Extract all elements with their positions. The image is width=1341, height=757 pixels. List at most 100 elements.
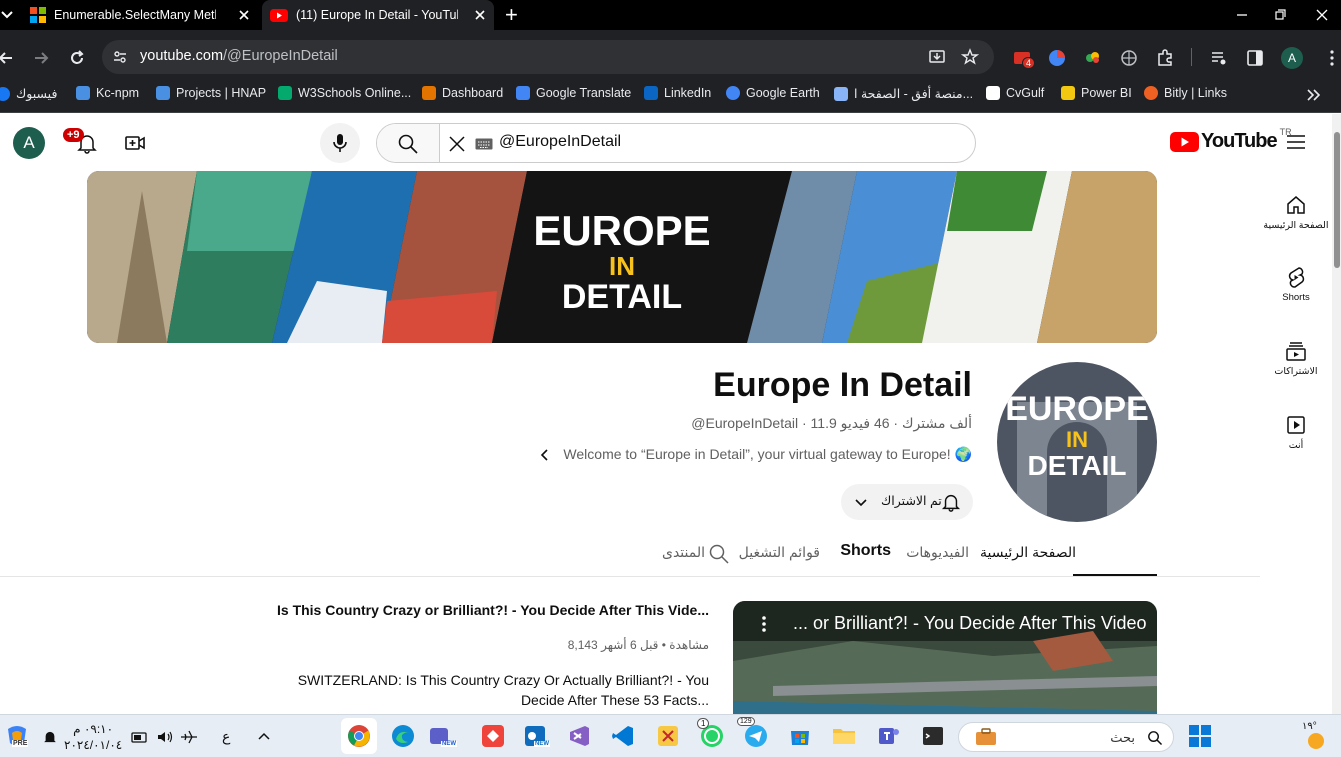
bookmark-google-translate[interactable]: Google Translate bbox=[516, 86, 631, 100]
side-panel-icon[interactable] bbox=[1245, 48, 1265, 68]
teams-icon[interactable] bbox=[876, 723, 902, 749]
search-input[interactable]: @EuropeInDetail bbox=[499, 133, 621, 151]
voice-search-button[interactable] bbox=[320, 123, 360, 163]
page-scrollbar[interactable] bbox=[1332, 114, 1341, 714]
extension-mail-icon[interactable]: 4 bbox=[1013, 48, 1036, 69]
powerbi-icon bbox=[1061, 86, 1075, 100]
chevron-left-icon bbox=[541, 448, 548, 461]
bookmark-dashboard[interactable]: Dashboard bbox=[422, 86, 503, 100]
channel-avatar: EUROPE IN DETAIL bbox=[997, 362, 1157, 522]
tab-enumerable[interactable]: Enumerable.SelectMany Metho bbox=[22, 0, 258, 30]
tab-videos[interactable]: الفيديوهات bbox=[906, 544, 969, 561]
chrome-menu-icon[interactable] bbox=[1322, 48, 1341, 68]
close-window-icon[interactable] bbox=[1312, 5, 1332, 25]
taskbar-chrome[interactable] bbox=[341, 718, 377, 754]
vscode-icon[interactable] bbox=[610, 723, 636, 749]
close-icon[interactable] bbox=[236, 7, 252, 23]
snipping-icon[interactable] bbox=[655, 723, 681, 749]
anydesk-icon[interactable] bbox=[480, 723, 506, 749]
bookmark-cvgulf[interactable]: CvGulf bbox=[986, 86, 1044, 100]
tab-shorts[interactable]: Shorts bbox=[840, 542, 891, 560]
bookmark-bitly[interactable]: Bitly | Links bbox=[1144, 86, 1227, 100]
extension-color-icon[interactable] bbox=[1047, 48, 1067, 68]
more-options-icon[interactable] bbox=[761, 615, 767, 633]
guide-shorts[interactable]: Shorts bbox=[1260, 266, 1332, 303]
tab-home[interactable]: الصفحة الرئيسية bbox=[980, 544, 1076, 561]
weather-widget[interactable]: ١٩° bbox=[1300, 721, 1336, 753]
new-tab-button[interactable]: + bbox=[505, 2, 518, 28]
subscribed-button[interactable]: تم الاشتراك bbox=[841, 484, 973, 520]
reload-icon[interactable] bbox=[67, 48, 87, 68]
windows-start-icon[interactable] bbox=[1187, 723, 1213, 749]
terminal-icon[interactable] bbox=[920, 723, 946, 749]
taskbar-telegram[interactable]: 129 bbox=[737, 717, 769, 749]
bookmark-facebook[interactable]: فيسبوك bbox=[0, 86, 57, 101]
channel-description[interactable]: Welcome to “Europe in Detail”, your virt… bbox=[537, 446, 972, 463]
copilot-button[interactable]: PRE bbox=[4, 723, 30, 749]
youtube-logo[interactable]: YouTube TR bbox=[1170, 127, 1292, 153]
back-icon[interactable] bbox=[0, 48, 16, 68]
channel-banner: EUROPE IN DETAIL bbox=[87, 171, 1157, 343]
notification-bell-icon[interactable] bbox=[42, 729, 58, 745]
taskbar-teams-new[interactable]: NEW bbox=[426, 723, 457, 749]
tab-search-chevron-icon[interactable] bbox=[0, 5, 14, 25]
bookmark-projects[interactable]: Projects | HNAP bbox=[156, 86, 266, 100]
bookmark-google-earth[interactable]: Google Earth bbox=[726, 86, 820, 100]
search-box[interactable]: @EuropeInDetail bbox=[376, 123, 976, 163]
facebook-icon bbox=[0, 86, 10, 101]
bitly-icon bbox=[1144, 86, 1158, 100]
visual-studio-icon[interactable] bbox=[566, 723, 592, 749]
bookmark-star-icon[interactable] bbox=[961, 48, 979, 66]
more-bookmarks-icon[interactable] bbox=[1305, 88, 1321, 102]
home-icon bbox=[1287, 196, 1305, 214]
tab-playlists[interactable]: قوائم التشغيل bbox=[739, 544, 820, 561]
taskbar-search[interactable]: بحث bbox=[958, 722, 1174, 752]
extensions-puzzle-icon[interactable] bbox=[1155, 48, 1175, 68]
scrollbar-thumb[interactable] bbox=[1334, 132, 1340, 268]
guide-subscriptions[interactable]: الاشتراكات bbox=[1260, 340, 1332, 377]
account-avatar[interactable]: A bbox=[13, 127, 45, 159]
extension-palette-icon[interactable] bbox=[1083, 48, 1103, 68]
store-icon[interactable] bbox=[787, 723, 813, 749]
extension-globe-icon[interactable] bbox=[1119, 48, 1139, 68]
tab-youtube[interactable]: (11) Europe In Detail - YouTube bbox=[262, 0, 494, 30]
guide-you[interactable]: أنت bbox=[1260, 414, 1332, 451]
address-bar[interactable]: youtube.com/@EuropeInDetail bbox=[102, 40, 994, 74]
minimize-icon[interactable] bbox=[1232, 5, 1252, 25]
bookmark-kc-npm[interactable]: Kc-npm bbox=[76, 86, 139, 100]
guide-menu-icon[interactable] bbox=[1286, 133, 1306, 151]
search-button[interactable] bbox=[377, 124, 440, 162]
channel-search-icon[interactable] bbox=[708, 543, 730, 565]
forward-icon[interactable] bbox=[31, 48, 51, 68]
airplane-mode-icon[interactable] bbox=[180, 730, 198, 744]
taskbar-outlook-new[interactable]: NEW bbox=[522, 723, 550, 749]
volume-icon[interactable] bbox=[156, 730, 174, 744]
bookmark-linkedin[interactable]: LinkedIn bbox=[644, 86, 711, 100]
featured-video-title[interactable]: Is This Country Crazy or Brilliant?! - Y… bbox=[277, 602, 709, 618]
edge-icon[interactable] bbox=[390, 723, 416, 749]
featured-video-description[interactable]: SWITZERLAND: Is This Country Crazy Or Ac… bbox=[289, 670, 709, 710]
clear-search-icon[interactable] bbox=[447, 134, 467, 154]
featured-video-player[interactable]: ... or Brilliant?! - You Decide After Th… bbox=[733, 601, 1157, 714]
create-video-icon[interactable] bbox=[124, 132, 146, 154]
profile-avatar[interactable]: A bbox=[1281, 47, 1303, 69]
taskbar-whatsapp[interactable]: 1 bbox=[697, 718, 725, 749]
battery-icon[interactable] bbox=[131, 730, 149, 744]
install-app-icon[interactable] bbox=[928, 48, 946, 66]
system-clock[interactable]: ٠٩:١٠ م ٢٠٢٤/٠١/٠٤ bbox=[64, 721, 122, 753]
bookmark-w3schools[interactable]: W3Schools Online... bbox=[278, 86, 411, 100]
bookmark-ofuq[interactable]: منصة أفق - الصفحة ا... bbox=[834, 86, 973, 101]
guide-home[interactable]: الصفحة الرئيسية bbox=[1260, 194, 1332, 231]
browser-toolbar: youtube.com/@EuropeInDetail 4 A bbox=[0, 38, 1341, 78]
site-info-icon[interactable] bbox=[112, 49, 128, 65]
media-controls-icon[interactable] bbox=[1209, 48, 1229, 68]
file-explorer-icon[interactable] bbox=[831, 723, 857, 749]
bookmark-powerbi[interactable]: Power BI bbox=[1061, 86, 1132, 100]
extension-badge: 4 bbox=[1022, 57, 1036, 69]
close-icon[interactable] bbox=[472, 7, 488, 23]
keyboard-icon[interactable] bbox=[475, 138, 493, 150]
show-hidden-icons-icon[interactable] bbox=[257, 730, 271, 742]
input-language[interactable]: ع bbox=[222, 728, 230, 745]
restore-icon[interactable] bbox=[1270, 5, 1290, 25]
tab-community[interactable]: المنتدى bbox=[662, 544, 705, 561]
